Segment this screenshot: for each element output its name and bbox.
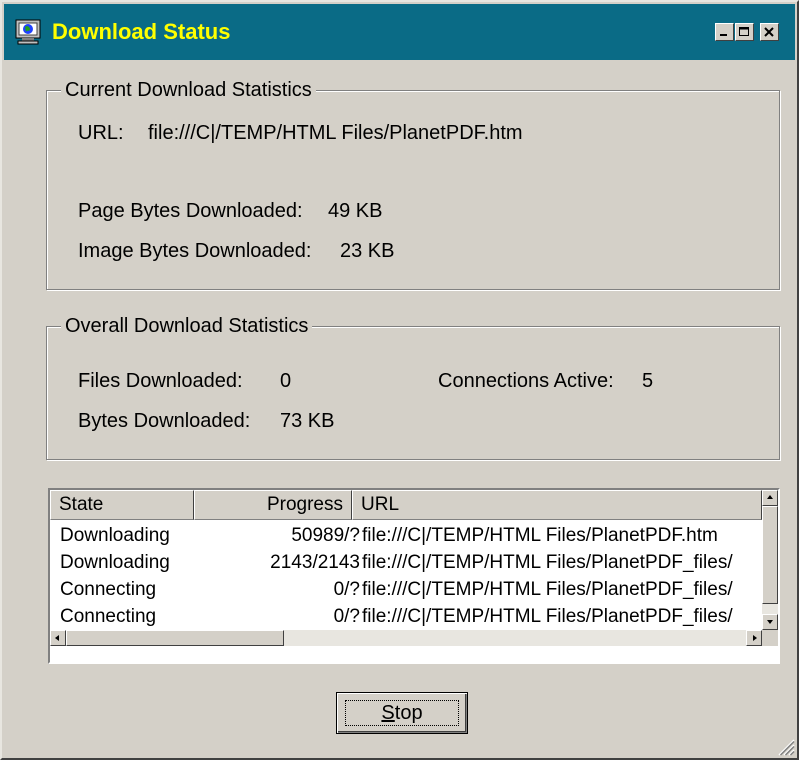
row-progress: 50989/? [291, 525, 360, 546]
column-header-progress[interactable]: Progress [194, 490, 352, 520]
download-status-window: Download Status Current Download Statist… [0, 0, 799, 760]
minimize-button[interactable] [715, 23, 734, 41]
close-icon [764, 27, 774, 37]
horizontal-scrollbar[interactable] [50, 630, 762, 646]
title-bar[interactable]: Download Status [4, 4, 795, 60]
connections-active-label: Connections Active: [438, 370, 614, 392]
page-bytes-label: Page Bytes Downloaded: [78, 200, 303, 222]
row-url: file:///C|/TEMP/HTML Files/PlanetPDF_fil… [362, 579, 733, 600]
list-header: State Progress URL [50, 490, 762, 520]
arrow-left-icon [55, 635, 59, 641]
row-progress: 0/? [333, 606, 360, 627]
vertical-scroll-thumb[interactable] [762, 506, 778, 604]
column-header-state[interactable]: State [50, 490, 194, 520]
row-state: Connecting [60, 579, 157, 600]
row-state: Connecting [60, 606, 157, 627]
current-statistics-label: Current Download Statistics [61, 77, 316, 103]
downloads-list[interactable]: State Progress URL Downloading 50989/? f… [48, 488, 780, 664]
stop-button[interactable]: Stop [336, 692, 468, 734]
bytes-downloaded-label: Bytes Downloaded: [78, 410, 251, 432]
scroll-right-button[interactable] [746, 630, 762, 646]
list-rows: Downloading 50989/? file:///C|/TEMP/HTML… [50, 522, 762, 630]
stop-label-rest: top [394, 702, 423, 724]
arrow-right-icon [753, 635, 757, 641]
stop-button-label: Stop [337, 693, 467, 733]
scroll-down-button[interactable] [762, 614, 778, 630]
row-state: Downloading [60, 552, 170, 573]
page-bytes-value: 49 KB [328, 200, 383, 222]
image-bytes-value: 23 KB [340, 240, 395, 262]
bytes-downloaded-value: 73 KB [280, 410, 335, 432]
row-progress: 2143/2143 [270, 552, 360, 573]
arrow-down-icon [767, 620, 773, 624]
list-row[interactable]: Downloading 50989/? file:///C|/TEMP/HTML… [50, 522, 762, 549]
current-url-value: file:///C|/TEMP/HTML Files/PlanetPDF.htm [148, 122, 523, 144]
globe-computer-icon [15, 19, 41, 45]
list-row[interactable]: Downloading 2143/2143 file:///C|/TEMP/HT… [50, 549, 762, 576]
window-title: Download Status [52, 19, 231, 44]
row-url: file:///C|/TEMP/HTML Files/PlanetPDF_fil… [362, 552, 733, 573]
resize-grip-icon[interactable] [775, 736, 795, 756]
vertical-scrollbar[interactable] [762, 490, 778, 630]
files-downloaded-value: 0 [280, 370, 292, 392]
maximize-icon [739, 27, 749, 36]
row-url: file:///C|/TEMP/HTML Files/PlanetPDF_fil… [362, 606, 733, 627]
column-header-url[interactable]: URL [352, 490, 762, 520]
row-url: file:///C|/TEMP/HTML Files/PlanetPDF.htm [362, 525, 718, 546]
minimize-icon [720, 34, 727, 36]
maximize-button[interactable] [735, 23, 754, 41]
row-state: Downloading [60, 525, 170, 546]
list-row[interactable]: Connecting 0/? file:///C|/TEMP/HTML File… [50, 576, 762, 603]
scroll-up-button[interactable] [762, 490, 778, 506]
scrollbar-corner [762, 630, 778, 646]
stop-mnemonic: S [381, 702, 395, 724]
url-label: URL: [78, 122, 124, 144]
close-button[interactable] [760, 23, 779, 41]
scroll-left-button[interactable] [50, 630, 66, 646]
connections-active-value: 5 [642, 370, 654, 392]
row-progress: 0/? [333, 579, 360, 600]
arrow-up-icon [767, 495, 773, 499]
list-row[interactable]: Connecting 0/? file:///C|/TEMP/HTML File… [50, 603, 762, 630]
image-bytes-label: Image Bytes Downloaded: [78, 240, 312, 262]
overall-statistics-label: Overall Download Statistics [61, 313, 313, 339]
files-downloaded-label: Files Downloaded: [78, 370, 243, 392]
horizontal-scroll-thumb[interactable] [66, 630, 284, 646]
